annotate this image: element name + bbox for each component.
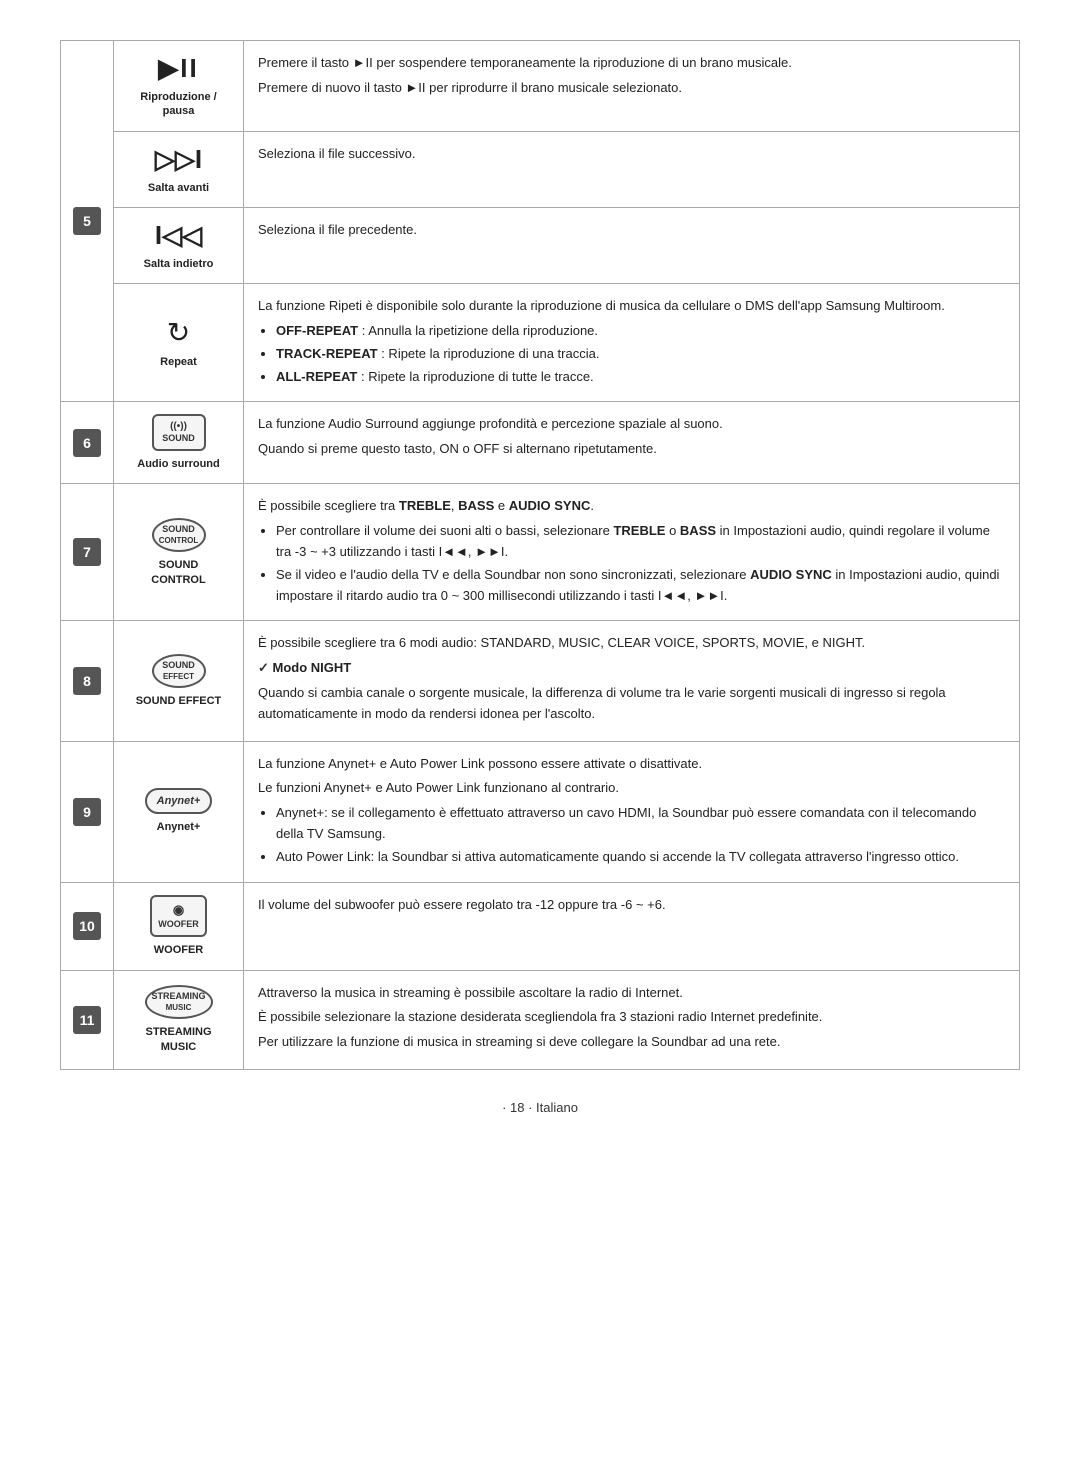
skip-back-icon: I◁◁ <box>122 220 235 251</box>
number-box: 10 <box>73 912 101 940</box>
number-box: 6 <box>73 429 101 457</box>
table-row: 11 STREAMING MUSIC STREAMINGMUSIC Attrave… <box>61 970 1020 1069</box>
woofer-icon: ◉ WOOFER <box>150 895 207 938</box>
row-number: 5 <box>61 41 114 402</box>
desc-bullet: TRACK-REPEAT : Ripete la riproduzione di… <box>276 344 1005 365</box>
row-number: 7 <box>61 484 114 621</box>
number-box: 7 <box>73 538 101 566</box>
page-footer: · 18 · Italiano <box>60 1100 1020 1115</box>
icon-cell: ▷▷I Salta avanti <box>114 131 244 207</box>
anynet-icon: Anynet+ <box>145 788 213 814</box>
sound-effect-icon: SOUND EFFECT <box>152 654 206 688</box>
icon-label: Repeat <box>122 355 235 369</box>
sound-control-icon: SOUND CONTROL <box>152 518 206 552</box>
desc-cell: Seleziona il file precedente. <box>244 207 1020 283</box>
row-number: 10 <box>61 882 114 970</box>
icon-cell: ◉ WOOFER WOOFER <box>114 882 244 970</box>
icon-cell: ▶II Riproduzione /pausa <box>114 41 244 132</box>
table-row: I◁◁ Salta indietro Seleziona il file prece… <box>61 207 1020 283</box>
desc-text: La funzione Anynet+ e Auto Power Link po… <box>258 754 1005 775</box>
play-pause-icon: ▶II <box>122 53 235 84</box>
desc-bullet: Se il video e l'audio della TV e della S… <box>276 565 1005 607</box>
number-box: 9 <box>73 798 101 826</box>
icon-label: Salta indietro <box>122 257 235 271</box>
desc-cell: Il volume del subwoofer può essere regol… <box>244 882 1020 970</box>
icon-label: Salta avanti <box>122 181 235 195</box>
desc-text: Seleziona il file successivo. <box>258 144 1005 165</box>
desc-bullet: Auto Power Link: la Soundbar si attiva a… <box>276 847 1005 868</box>
icon-cell: SOUND CONTROL SOUNDCONTROL <box>114 484 244 621</box>
table-row: ↻ Repeat La funzione Ripeti è disponibile … <box>61 284 1020 402</box>
desc-cell: La funzione Audio Surround aggiunge prof… <box>244 402 1020 484</box>
desc-cell: Attraverso la musica in streaming è poss… <box>244 970 1020 1069</box>
desc-text: Seleziona il file precedente. <box>258 220 1005 241</box>
desc-cell: È possibile scegliere tra TREBLE, BASS e… <box>244 484 1020 621</box>
icon-label: STREAMINGMUSIC <box>122 1025 235 1054</box>
icon-cell: Anynet+ Anynet+ <box>114 741 244 882</box>
row-number: 6 <box>61 402 114 484</box>
desc-cell: Seleziona il file successivo. <box>244 131 1020 207</box>
icon-cell: ↻ Repeat <box>114 284 244 402</box>
streaming-icon: STREAMING MUSIC <box>145 985 213 1019</box>
desc-text: La funzione Audio Surround aggiunge prof… <box>258 414 1005 435</box>
table-row: 7 SOUND CONTROL SOUNDCONTROL È possibile … <box>61 484 1020 621</box>
table-row: 10 ◉ WOOFER WOOFER Il volume del subwoofe… <box>61 882 1020 970</box>
row-number: 9 <box>61 741 114 882</box>
desc-text: Quando si preme questo tasto, ON o OFF s… <box>258 439 1005 460</box>
desc-bullet: OFF-REPEAT : Annulla la ripetizione dell… <box>276 321 1005 342</box>
icon-label: Anynet+ <box>122 820 235 834</box>
icon-label: WOOFER <box>122 943 235 957</box>
desc-text: È possibile scegliere tra TREBLE, BASS e… <box>258 496 1005 517</box>
table-row: ▷▷I Salta avanti Seleziona il file success… <box>61 131 1020 207</box>
desc-bullet: Per controllare il volume dei suoni alti… <box>276 521 1005 563</box>
desc-bullet: ALL-REPEAT : Ripete la riproduzione di t… <box>276 367 1005 388</box>
desc-cell: La funzione Anynet+ e Auto Power Link po… <box>244 741 1020 882</box>
icon-label: Audio surround <box>122 457 235 471</box>
icon-label: SOUNDCONTROL <box>122 558 235 587</box>
desc-check: ✓ Modo NIGHT <box>258 658 1005 679</box>
desc-text: Attraverso la musica in streaming è poss… <box>258 983 1005 1004</box>
desc-cell: La funzione Ripeti è disponibile solo du… <box>244 284 1020 402</box>
icon-label: SOUND EFFECT <box>122 694 235 708</box>
desc-text: Il volume del subwoofer può essere regol… <box>258 895 1005 916</box>
table-row: 6 ((•)) SOUND Audio surround La funzione … <box>61 402 1020 484</box>
desc-text: Premere di nuovo il tasto ►II per riprod… <box>258 78 1005 99</box>
table-row: 8 SOUND EFFECT SOUND EFFECT È possibile s… <box>61 621 1020 741</box>
desc-text: Premere il tasto ►II per sospendere temp… <box>258 53 1005 74</box>
skip-forward-icon: ▷▷I <box>122 144 235 175</box>
number-box: 11 <box>73 1006 101 1034</box>
desc-text: È possibile selezionare la stazione desi… <box>258 1007 1005 1028</box>
table-row: 9 Anynet+ Anynet+ La funzione Anynet+ e Aut… <box>61 741 1020 882</box>
desc-cell: È possibile scegliere tra 6 modi audio: … <box>244 621 1020 741</box>
audio-surround-icon: ((•)) SOUND <box>152 414 206 451</box>
icon-cell: I◁◁ Salta indietro <box>114 207 244 283</box>
row-number: 11 <box>61 970 114 1069</box>
table-row: 5▶IIRiproduzione /pausaPremere il tasto … <box>61 41 1020 132</box>
icon-cell: SOUND EFFECT SOUND EFFECT <box>114 621 244 741</box>
icon-cell: STREAMING MUSIC STREAMINGMUSIC <box>114 970 244 1069</box>
desc-bullet: Anynet+: se il collegamento è effettuato… <box>276 803 1005 845</box>
icon-cell: ((•)) SOUND Audio surround <box>114 402 244 484</box>
desc-text: È possibile scegliere tra 6 modi audio: … <box>258 633 1005 654</box>
desc-cell: Premere il tasto ►II per sospendere temp… <box>244 41 1020 132</box>
desc-text: La funzione Ripeti è disponibile solo du… <box>258 296 1005 317</box>
row-number: 8 <box>61 621 114 741</box>
repeat-icon: ↻ <box>122 316 235 349</box>
number-box: 5 <box>73 207 101 235</box>
desc-text: Per utilizzare la funzione di musica in … <box>258 1032 1005 1053</box>
number-box: 8 <box>73 667 101 695</box>
desc-text: Le funzioni Anynet+ e Auto Power Link fu… <box>258 778 1005 799</box>
icon-label: Riproduzione /pausa <box>122 90 235 119</box>
desc-text: Quando si cambia canale o sorgente music… <box>258 683 1005 725</box>
